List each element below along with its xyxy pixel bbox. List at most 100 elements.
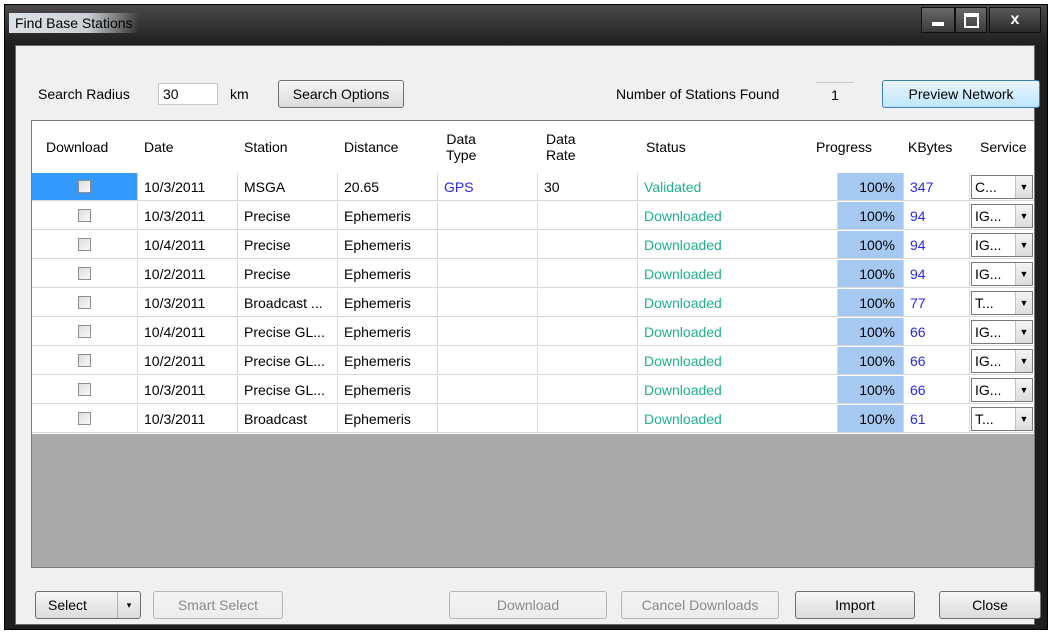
col-header-distance[interactable]: Distance	[344, 121, 398, 173]
download-checkbox[interactable]	[78, 354, 91, 367]
cell-distance: Ephemeris	[338, 318, 438, 346]
cell-station: Precise GL...	[238, 376, 338, 404]
download-checkbox[interactable]	[78, 209, 91, 222]
maximize-button[interactable]	[955, 7, 987, 33]
col-header-data-rate[interactable]: Data Rate	[546, 121, 576, 173]
download-checkbox[interactable]	[78, 296, 91, 309]
cell-data-rate	[538, 289, 638, 317]
minimize-button[interactable]	[921, 7, 955, 33]
smart-select-button[interactable]: Smart Select	[153, 591, 283, 619]
dropdown-arrow-icon[interactable]: ▼	[1015, 408, 1032, 430]
close-window-button[interactable]: x	[989, 7, 1041, 33]
download-checkbox[interactable]	[78, 383, 91, 396]
col-header-download[interactable]: Download	[46, 121, 108, 173]
service-value: C...	[975, 179, 997, 195]
distance-text: Ephemeris	[344, 352, 411, 369]
table-header: Download Date Station Distance Data Type…	[32, 121, 1034, 173]
service-dropdown[interactable]: IG... ▼	[971, 320, 1033, 344]
dropdown-arrow-icon[interactable]: ▼	[1015, 350, 1032, 372]
table-row[interactable]: 10/4/2011 Precise Ephemeris Downloaded 100% 9…	[32, 231, 1034, 260]
select-dropdown-arrow-icon[interactable]: ▾	[117, 592, 140, 618]
col-header-service[interactable]: Service	[980, 121, 1027, 173]
download-button[interactable]: Download	[449, 591, 607, 619]
stations-found-count: 1	[816, 82, 854, 107]
table-row[interactable]: 10/3/2011 Broadcast ... Ephemeris Downloade…	[32, 289, 1034, 318]
download-checkbox[interactable]	[78, 267, 91, 280]
cell-date: 10/4/2011	[138, 318, 238, 346]
col-header-kbytes[interactable]: KBytes	[908, 121, 952, 173]
service-value: IG...	[975, 324, 1002, 340]
dropdown-arrow-icon[interactable]: ▼	[1015, 234, 1032, 256]
table-row[interactable]: 10/4/2011 Precise GL... Ephemeris Downloade…	[32, 318, 1034, 347]
table-row[interactable]: 10/3/2011 Precise Ephemeris Downloaded 100% 9…	[32, 202, 1034, 231]
cell-status: Downloaded	[638, 376, 838, 404]
cell-data-type: GPS	[438, 173, 538, 201]
service-dropdown[interactable]: T... ▼	[971, 291, 1033, 315]
progress-text: 100%	[859, 323, 895, 340]
status-text: Downloaded	[644, 207, 722, 224]
dropdown-arrow-icon[interactable]: ▼	[1015, 176, 1032, 198]
service-dropdown[interactable]: T... ▼	[971, 407, 1033, 431]
cell-service: IG... ▼	[970, 260, 1034, 288]
dropdown-arrow-icon[interactable]: ▼	[1015, 205, 1032, 227]
download-checkbox[interactable]	[78, 238, 91, 251]
import-button[interactable]: Import	[795, 591, 915, 619]
window-title: Find Base Stations	[9, 13, 139, 33]
find-base-stations-window: Find Base Stations x Search Radius 30 km…	[4, 4, 1048, 630]
preview-network-button[interactable]: Preview Network	[882, 80, 1040, 108]
service-dropdown[interactable]: IG... ▼	[971, 233, 1033, 257]
service-dropdown[interactable]: IG... ▼	[971, 204, 1033, 228]
service-dropdown[interactable]: IG... ▼	[971, 262, 1033, 286]
dropdown-arrow-icon[interactable]: ▼	[1015, 321, 1032, 343]
close-button[interactable]: Close	[939, 591, 1041, 619]
service-value: T...	[975, 411, 994, 427]
search-radius-input[interactable]: 30	[158, 83, 218, 105]
cancel-downloads-button[interactable]: Cancel Downloads	[621, 591, 779, 619]
cell-data-type	[438, 376, 538, 404]
progress-text: 100%	[859, 410, 895, 427]
cell-station: Precise	[238, 260, 338, 288]
table-row[interactable]: 10/2/2011 Precise Ephemeris Downloaded 100% 9…	[32, 260, 1034, 289]
cell-service: C... ▼	[970, 173, 1034, 201]
table-row[interactable]: 10/2/2011 Precise GL... Ephemeris Downloade…	[32, 347, 1034, 376]
service-dropdown[interactable]: IG... ▼	[971, 378, 1033, 402]
cell-data-rate	[538, 347, 638, 375]
col-header-data-type[interactable]: Data Type	[446, 121, 476, 173]
cell-kbytes: 77	[904, 289, 970, 317]
download-checkbox[interactable]	[78, 180, 91, 193]
dropdown-arrow-icon[interactable]: ▼	[1015, 292, 1032, 314]
dropdown-arrow-icon[interactable]: ▼	[1015, 263, 1032, 285]
status-text: Downloaded	[644, 352, 722, 369]
table-row[interactable]: 10/3/2011 MSGA 20.65 GPS 30 Validated 100% 347 C…	[32, 173, 1034, 202]
col-header-date[interactable]: Date	[144, 121, 174, 173]
dropdown-arrow-icon[interactable]: ▼	[1015, 379, 1032, 401]
distance-text: Ephemeris	[344, 207, 411, 224]
stations-found-label: Number of Stations Found	[616, 86, 780, 102]
date-text: 10/3/2011	[144, 294, 206, 311]
select-split-button[interactable]: Select ▾	[35, 591, 141, 619]
search-options-button[interactable]: Search Options	[278, 80, 404, 108]
col-header-status[interactable]: Status	[646, 121, 686, 173]
cell-data-rate	[538, 376, 638, 404]
table-row[interactable]: 10/3/2011 Broadcast Ephemeris Downloaded 100…	[32, 405, 1034, 434]
service-dropdown[interactable]: IG... ▼	[971, 349, 1033, 373]
cell-progress: 100%	[838, 202, 904, 230]
station-text: Broadcast	[244, 410, 308, 427]
title-bar[interactable]: Find Base Stations x	[5, 5, 1047, 45]
cell-station: Broadcast ...	[238, 289, 338, 317]
table-row[interactable]: 10/3/2011 Precise GL... Ephemeris Downloade…	[32, 376, 1034, 405]
cell-date: 10/3/2011	[138, 202, 238, 230]
col-header-progress[interactable]: Progress	[816, 121, 882, 173]
download-checkbox[interactable]	[78, 325, 91, 338]
distance-text: 20.65	[344, 178, 380, 195]
cell-date: 10/2/2011	[138, 347, 238, 375]
cell-status: Downloaded	[638, 405, 838, 433]
cell-kbytes: 66	[904, 318, 970, 346]
col-header-station[interactable]: Station	[244, 121, 288, 173]
cell-service: IG... ▼	[970, 318, 1034, 346]
cell-station: Precise GL...	[238, 347, 338, 375]
cell-download	[32, 202, 138, 230]
cell-data-rate	[538, 260, 638, 288]
download-checkbox[interactable]	[78, 412, 91, 425]
service-dropdown[interactable]: C... ▼	[971, 175, 1033, 199]
